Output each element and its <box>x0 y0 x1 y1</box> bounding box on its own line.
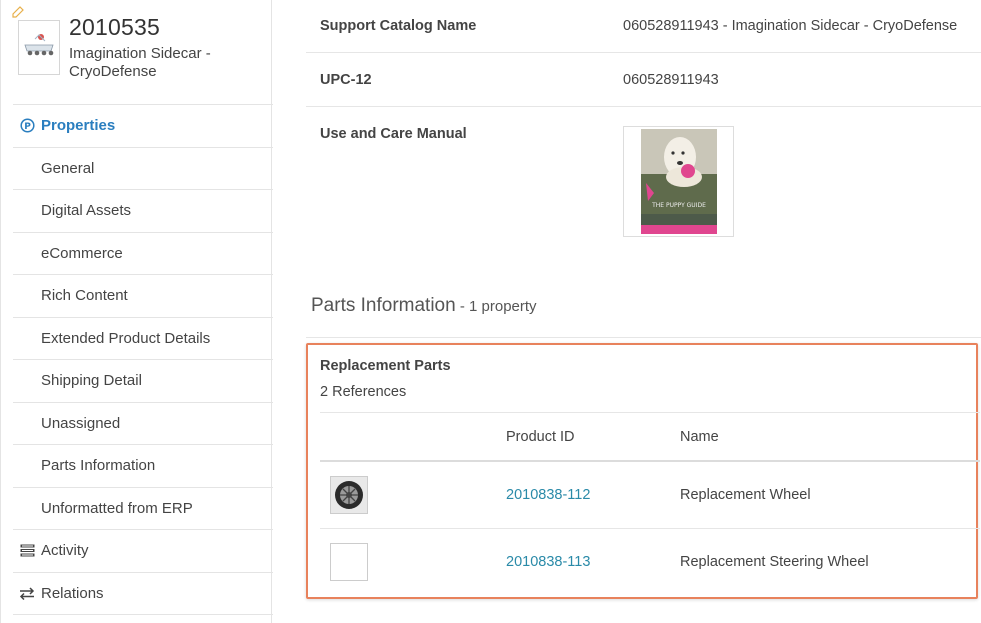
product-id: 2010535 <box>69 14 160 40</box>
product-header: 2010535 Imagination Sidecar - CryoDefens… <box>11 0 273 104</box>
sidebar-item-relations[interactable]: Relations <box>13 571 273 615</box>
section-title-parts-information: Parts Information - 1 property <box>311 295 537 317</box>
sidebar-divider <box>13 614 273 623</box>
property-row-support-catalog-name: Support Catalog Name 060528911943 - Imag… <box>306 0 981 53</box>
sidebar-item-properties[interactable]: P Properties <box>13 104 273 147</box>
column-header-product-id[interactable]: Product ID <box>506 429 575 445</box>
activity-list-icon <box>19 543 35 559</box>
part-thumbnail-empty[interactable] <box>330 543 368 581</box>
replacement-parts-panel: Replacement Parts 2 References Product I… <box>306 343 980 599</box>
property-label: UPC-12 <box>320 72 372 88</box>
sidebar-item-label: Parts Information <box>41 457 156 475</box>
sidebar-nav: P Properties General Digital Assets eCom… <box>13 104 273 623</box>
sidebar-item-label: Digital Assets <box>41 202 132 220</box>
sidebar-item-label: Activity <box>41 542 89 560</box>
part-name: Replacement Steering Wheel <box>680 554 869 570</box>
sidebar-item-ecommerce[interactable]: eCommerce <box>13 231 273 275</box>
table-header-row: Product ID Name <box>320 412 980 462</box>
property-row-upc12: UPC-12 060528911943 <box>306 53 981 107</box>
sidebar-item-label: Shipping Detail <box>41 372 142 390</box>
column-header-name[interactable]: Name <box>680 429 719 445</box>
sidebar-item-unassigned[interactable]: Unassigned <box>13 401 273 445</box>
table-row: 2010838-113 Replacement Steering Wheel <box>320 529 980 596</box>
sidebar-item-label: Rich Content <box>41 287 128 305</box>
sidebar-item-shipping-detail[interactable]: Shipping Detail <box>13 359 273 402</box>
section-title-text: Parts Information <box>311 295 456 316</box>
part-product-id-link[interactable]: 2010838-113 <box>506 554 590 570</box>
wheel-icon <box>331 477 367 513</box>
sidebar-item-unformatted-from-erp[interactable]: Unformatted from ERP <box>13 486 273 530</box>
sidebar-item-extended-product-details[interactable]: Extended Product Details <box>13 316 273 360</box>
sidebar-item-parts-information[interactable]: Parts Information <box>13 444 273 487</box>
product-thumbnail[interactable] <box>18 20 60 75</box>
property-value: 060528911943 <box>623 72 719 88</box>
replacement-parts-title: Replacement Parts <box>320 358 451 374</box>
sidebar-item-rich-content[interactable]: Rich Content <box>13 274 273 317</box>
sidebar-item-label: Relations <box>41 584 104 602</box>
section-property-count: - 1 property <box>455 298 537 315</box>
manual-cover-title: THE PUPPY GUIDE <box>651 202 706 209</box>
sidebar-item-label: eCommerce <box>41 244 123 262</box>
main-content: Support Catalog Name 060528911943 - Imag… <box>306 0 981 623</box>
sidebar-item-general[interactable]: General <box>13 146 273 190</box>
sidebar: 2010535 Imagination Sidecar - CryoDefens… <box>0 0 273 623</box>
replacement-parts-reference-count: 2 References <box>320 384 407 400</box>
manual-thumbnail[interactable]: THE PUPPY GUIDE <box>623 126 734 237</box>
edit-corner-icon[interactable] <box>12 6 24 18</box>
property-label-use-and-care-manual: Use and Care Manual <box>320 126 467 142</box>
sidebar-item-label: Properties <box>41 117 116 135</box>
part-name: Replacement Wheel <box>680 487 811 503</box>
sidebar-item-activity[interactable]: Activity <box>13 529 273 572</box>
table-row: 2010838-112 Replacement Wheel <box>320 462 980 529</box>
relations-arrows-icon <box>19 585 35 601</box>
sidebar-item-label: Unformatted from ERP <box>41 499 193 517</box>
product-name: Imagination Sidecar - CryoDefense <box>69 45 211 80</box>
section-divider <box>306 337 981 338</box>
properties-circle-p-icon: P <box>19 118 35 134</box>
property-label: Support Catalog Name <box>320 18 477 34</box>
property-value: 060528911943 - Imagination Sidecar - Cry… <box>623 18 958 34</box>
part-thumbnail[interactable] <box>330 476 368 514</box>
sidebar-item-label: General <box>41 159 95 177</box>
sidebar-item-label: Extended Product Details <box>41 329 211 347</box>
sidebar-item-label: Unassigned <box>41 414 121 432</box>
svg-text:P: P <box>24 122 31 132</box>
part-product-id-link[interactable]: 2010838-112 <box>506 487 590 503</box>
sidebar-item-digital-assets[interactable]: Digital Assets <box>13 189 273 232</box>
